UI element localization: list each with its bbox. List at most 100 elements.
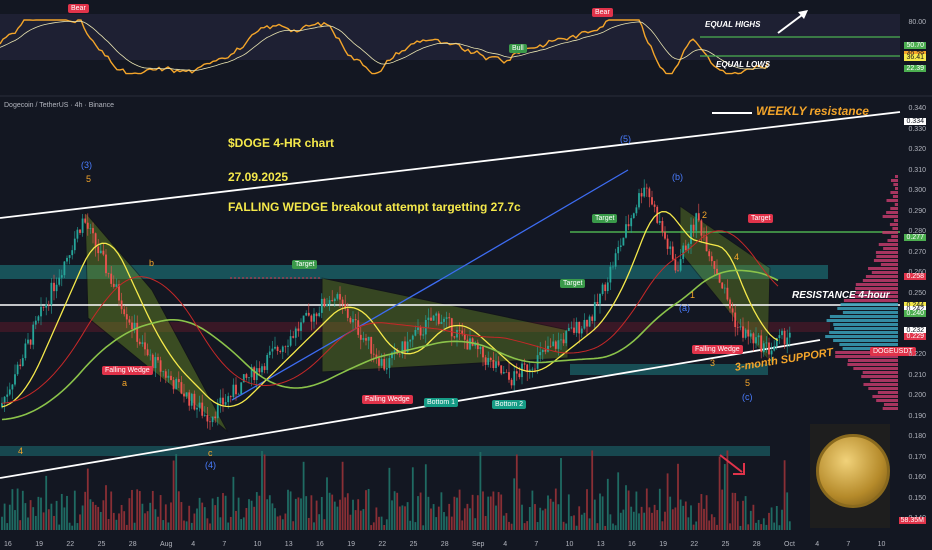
volume-bar xyxy=(401,505,404,530)
volume-bar xyxy=(492,491,495,530)
candle-body xyxy=(768,342,770,355)
candle-body xyxy=(300,322,302,331)
volume-bar xyxy=(703,508,705,530)
candle-body xyxy=(552,341,555,347)
volume-bar xyxy=(141,503,144,530)
candle-body xyxy=(313,313,315,322)
volume-bar xyxy=(450,516,453,530)
candle-body xyxy=(170,375,172,381)
volume-bar xyxy=(1,516,3,530)
volume-bar xyxy=(274,508,276,530)
volume-bar xyxy=(614,525,617,530)
volume-bar xyxy=(281,519,284,530)
volume-bar xyxy=(788,521,791,530)
volume-bar xyxy=(476,495,479,530)
candle-body xyxy=(466,339,469,350)
volume-bar xyxy=(443,512,445,530)
volume-bar xyxy=(391,500,393,530)
volume-bar xyxy=(593,499,596,530)
candle-body xyxy=(359,334,362,340)
volume-bar xyxy=(84,491,87,530)
candle-body xyxy=(713,261,716,269)
wave-4-far-left: 4 xyxy=(18,446,24,456)
time-tick: 13 xyxy=(284,541,293,548)
candle-body xyxy=(440,321,443,324)
volume-bar xyxy=(448,503,451,530)
volume-bar xyxy=(419,492,422,530)
volume-bar xyxy=(229,516,232,530)
volume-bar xyxy=(705,495,708,530)
candle-body xyxy=(736,327,739,328)
wave-c-right: (c) xyxy=(742,392,753,402)
volume-bar xyxy=(560,458,562,530)
price-box: 0.229 xyxy=(904,332,926,340)
candle-body xyxy=(700,220,703,236)
volume-bar xyxy=(648,507,651,530)
volume-bar xyxy=(430,508,432,530)
candle-body xyxy=(625,224,627,238)
candle-body xyxy=(105,254,107,274)
volume-bar xyxy=(749,510,752,530)
candle-body xyxy=(146,349,149,356)
candle-body xyxy=(479,346,482,350)
volume-bar xyxy=(284,513,287,530)
volume-bar xyxy=(71,525,74,530)
candle-body xyxy=(539,352,542,356)
volume-bar xyxy=(73,490,76,530)
price-box: 0.258 xyxy=(904,273,926,281)
bear-tag-1: Bear xyxy=(68,4,89,13)
volume-bar xyxy=(3,503,6,530)
volume-bar xyxy=(32,507,35,530)
weekly-resistance-label: WEEKLY resistance xyxy=(756,104,869,118)
candle-body xyxy=(193,393,196,410)
volume-bar xyxy=(320,496,323,530)
candle-body xyxy=(788,332,791,338)
profile-bar xyxy=(868,387,898,390)
candle-body xyxy=(599,293,601,304)
candle-body xyxy=(765,342,768,344)
volume-bar xyxy=(497,492,500,530)
coin-disc xyxy=(816,434,890,508)
volume-bar xyxy=(458,489,461,530)
volume-bar xyxy=(339,499,341,530)
candle-body xyxy=(214,416,217,419)
candle-body xyxy=(710,256,713,262)
volume-bar xyxy=(268,495,271,530)
candle-body xyxy=(58,277,61,285)
candle-body xyxy=(190,393,193,406)
candle-body xyxy=(445,317,448,319)
price-tick: 0.170 xyxy=(908,453,926,461)
candle-body xyxy=(55,284,58,292)
candle-body xyxy=(326,304,328,307)
candle-body xyxy=(203,414,206,416)
volume-bar xyxy=(209,523,211,530)
profile-bar xyxy=(876,399,898,402)
volume-bar xyxy=(248,499,250,530)
candle-body xyxy=(640,193,643,197)
volume-bar xyxy=(632,511,635,530)
candle-body xyxy=(664,232,666,239)
volume-bar xyxy=(718,456,721,530)
volume-bar xyxy=(601,496,604,530)
candle-body xyxy=(310,315,313,322)
profile-bar xyxy=(833,323,898,326)
candle-body xyxy=(378,358,380,366)
candle-body xyxy=(240,382,243,395)
candle-body xyxy=(612,266,614,268)
candle-body xyxy=(388,358,391,369)
rsi-box: 36.41 xyxy=(904,53,926,61)
profile-bar xyxy=(894,203,898,206)
volume-bar xyxy=(677,463,679,530)
candle-body xyxy=(682,245,685,260)
volume-bar xyxy=(679,499,682,530)
volume-bar xyxy=(37,496,40,530)
profile-bar xyxy=(886,211,898,214)
candle-body xyxy=(456,330,458,338)
candle-body xyxy=(669,246,672,249)
candle-body xyxy=(365,338,367,341)
volume-bar xyxy=(661,521,664,530)
teal-zone-low xyxy=(0,446,770,456)
volume-bar xyxy=(250,500,253,530)
bear-tag-2: Bear xyxy=(592,8,613,17)
candle-body xyxy=(216,403,219,419)
